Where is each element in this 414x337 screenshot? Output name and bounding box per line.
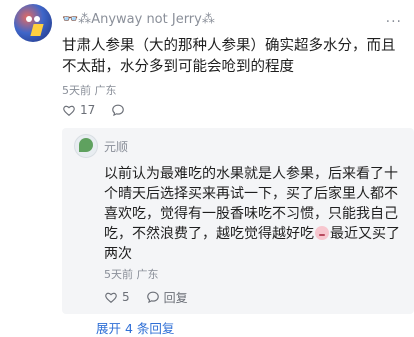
reply-button[interactable]: 回复 [146,289,188,306]
reply-username[interactable]: 元顺 [104,138,128,155]
avatar[interactable] [14,4,52,42]
comment-time: 5天前 [62,84,91,97]
avatar-leaf [79,138,93,152]
emoji-icon [315,226,329,240]
username-text: Anyway not Jerry [91,12,202,27]
reply-actions: 5 回复 [104,289,204,305]
avatar-bolt [30,24,44,36]
reply-avatar[interactable] [74,134,98,158]
avatar-eye [26,16,32,22]
avatar-eye [34,16,40,22]
comment-meta: 5天前 广东 [62,82,117,98]
more-icon[interactable]: ··· [386,14,402,30]
reply-location: 广东 [136,268,159,281]
reply-thread: 元顺 以前认为最难吃的水果就是人参果，后来看了十个晴天后选择买来再试一下，买了后… [62,128,414,314]
comment-text: 甘肃人参果（大的那种人参果）确实超多水分，而且不太甜，水分多到可能会呛到的程度 [62,38,396,75]
username-prefix-icon: 👓⁂ [62,12,92,27]
like-button[interactable]: 17 [62,103,95,117]
reply-icon [146,291,159,304]
reply-label: 回复 [163,290,188,305]
comment-button[interactable] [111,103,125,117]
comment-username[interactable]: 👓⁂Anyway not Jerry⁂ [62,12,215,27]
reply-time: 5天前 [104,268,133,281]
comment-icon [112,104,125,117]
expand-replies-link[interactable]: 展开 4 条回复 [96,318,174,337]
comment-actions: 17 [62,102,141,118]
comment-location: 广东 [94,84,117,97]
username-suffix-icon: ⁂ [201,12,215,27]
reply-text: 以前认为最难吃的水果就是人参果，后来看了十个晴天后选择买来再试一下，买了后家里人… [104,164,404,264]
like-count: 17 [80,103,96,117]
like-icon [105,292,117,303]
reply-like-button[interactable]: 5 [104,290,130,304]
like-icon [63,105,75,116]
reply-meta: 5天前 广东 [104,266,159,282]
reply-like-count: 5 [122,290,130,304]
